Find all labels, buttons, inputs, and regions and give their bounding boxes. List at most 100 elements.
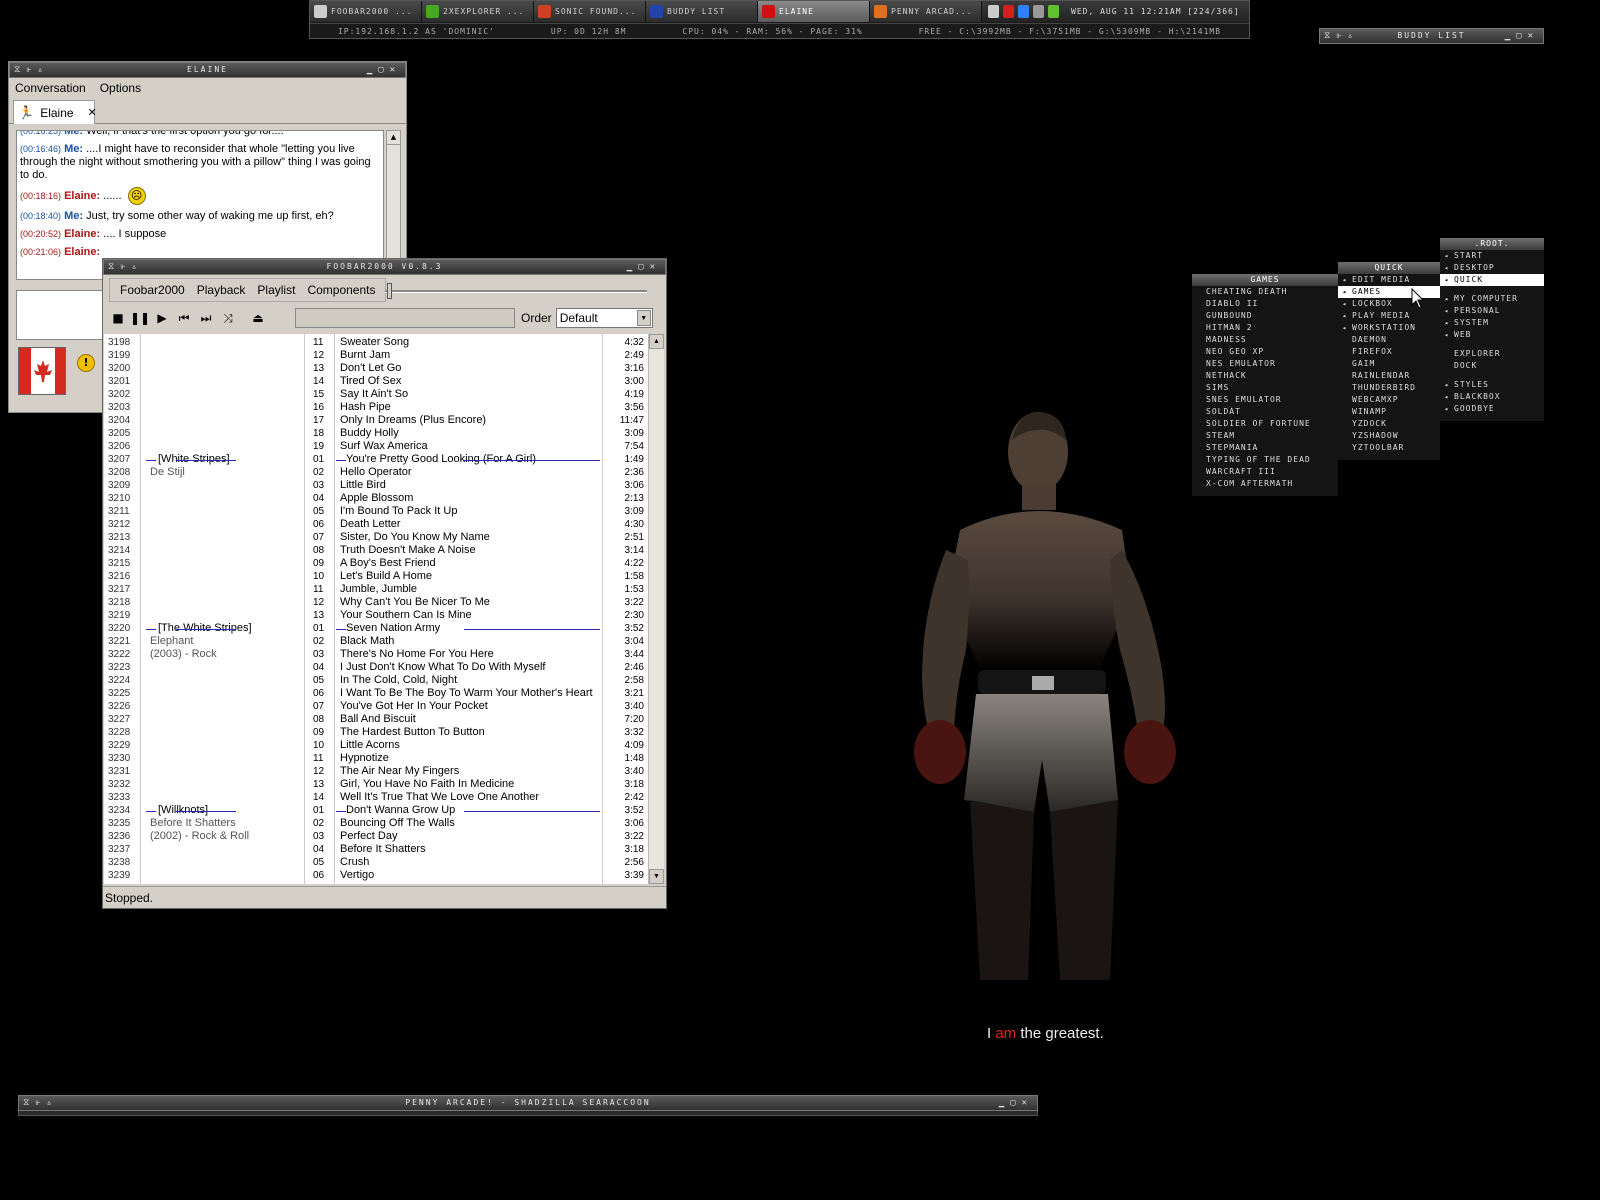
tray-icon[interactable] — [988, 5, 999, 18]
menu-item[interactable]: YZSHADOW — [1338, 430, 1440, 442]
task-button[interactable]: ELAINE — [758, 1, 870, 22]
stop-icon[interactable]: ■ — [107, 307, 129, 329]
menu-item[interactable]: WEB — [1440, 329, 1544, 341]
table-row[interactable]: 3216 10 Let's Build A Home 1:58 — [104, 570, 648, 583]
table-row[interactable]: 3202 15 Say It Ain't So 4:19 — [104, 388, 648, 401]
table-row[interactable]: 3218 12 Why Can't You Be Nicer To Me 3:22 — [104, 596, 648, 609]
menu-item[interactable]: FIREFOX — [1338, 346, 1440, 358]
play-icon[interactable]: ▶ — [151, 307, 173, 329]
menu-components[interactable]: Components — [301, 283, 381, 297]
menu-item[interactable]: START — [1440, 250, 1544, 262]
table-row[interactable]: 3214 08 Truth Doesn't Make A Noise 3:14 — [104, 544, 648, 557]
eject-icon[interactable]: ⏏ — [247, 307, 269, 329]
table-row[interactable]: 3235 02 Bouncing Off The Walls 3:06 Before I… — [104, 817, 648, 830]
menu-item[interactable]: DOCK — [1440, 360, 1544, 372]
buddy-list-titlebar[interactable]: ⧖⊩▵ BUDDY LIST ▁▢✕ — [1319, 28, 1544, 44]
menu-item[interactable]: BLACKBOX — [1440, 391, 1544, 403]
playlist-search-field[interactable] — [295, 308, 515, 328]
table-row[interactable]: 3222 03 There's No Home For You Here 3:44 (2… — [104, 648, 648, 661]
table-row[interactable]: 3237 04 Before It Shatters 3:18 — [104, 843, 648, 856]
task-button[interactable]: FOOBAR2000 ... — [310, 1, 422, 22]
menu-item[interactable]: SIMS — [1192, 382, 1338, 394]
table-row[interactable]: 3203 16 Hash Pipe 3:56 — [104, 401, 648, 414]
menu-item[interactable]: RAINLENDAR — [1338, 370, 1440, 382]
menu-item[interactable]: DESKTOP — [1440, 262, 1544, 274]
table-row[interactable]: 3221 02 Black Math 3:04 Elephant — [104, 635, 648, 648]
previous-icon[interactable]: ⏮ — [173, 307, 195, 329]
menu-item[interactable]: PLAY MEDIA — [1338, 310, 1440, 322]
menu-options[interactable]: Options — [100, 81, 141, 95]
table-row[interactable]: 3225 06 I Want To Be The Boy To Warm Your … — [104, 687, 648, 700]
menu-item[interactable]: DAEMON — [1338, 334, 1440, 346]
menu-item[interactable]: WEBCAMXP — [1338, 394, 1440, 406]
menu-item[interactable]: NES EMULATOR — [1192, 358, 1338, 370]
menu-item[interactable]: YZTOOLBAR — [1338, 442, 1440, 454]
table-row[interactable]: 3217 11 Jumble, Jumble 1:53 — [104, 583, 648, 596]
tab-elaine[interactable]: 🏃 Elaine ✕ — [13, 100, 97, 124]
menu-item[interactable]: WINAMP — [1338, 406, 1440, 418]
table-row[interactable]: 3206 19 Surf Wax America 7:54 — [104, 440, 648, 453]
seek-bar[interactable] — [379, 281, 659, 301]
tray-icon[interactable] — [1048, 5, 1059, 18]
table-row[interactable]: 3226 07 You've Got Her In Your Pocket 3:40 — [104, 700, 648, 713]
task-button[interactable]: SONIC FOUND... — [534, 1, 646, 22]
menu-item[interactable]: GAIM — [1338, 358, 1440, 370]
task-button[interactable]: 2XEXPLORER ... — [422, 1, 534, 22]
menu-item[interactable]: EXPLORER — [1440, 348, 1544, 360]
table-row[interactable]: 3207 01 You're Pretty Good Looking (For A … — [104, 453, 648, 466]
task-button[interactable]: PENNY ARCAD... — [870, 1, 982, 22]
window-control-icons[interactable]: ▁▢✕ — [999, 1096, 1033, 1110]
chevron-down-icon[interactable]: ▼ — [636, 310, 651, 326]
playlist[interactable]: 3198 11 Sweater Song 4:32 3199 12 Burnt Jam 2:4… — [104, 334, 664, 884]
window-control-icons[interactable]: ▁▢✕ — [1505, 29, 1539, 43]
table-row[interactable]: 3233 14 Well It's True That We Love One An… — [104, 791, 648, 804]
table-row[interactable]: 3236 03 Perfect Day 3:22 (2002) - Rock & Rol… — [104, 830, 648, 843]
window-control-icons[interactable]: ▁▢✕ — [367, 63, 401, 77]
table-row[interactable]: 3229 10 Little Acorns 4:09 — [104, 739, 648, 752]
table-row[interactable]: 3199 12 Burnt Jam 2:49 — [104, 349, 648, 362]
menu-item[interactable]: NEO GEO XP — [1192, 346, 1338, 358]
window-menu-icons[interactable]: ⧖⊩▵ — [1324, 29, 1359, 43]
close-tab-icon[interactable]: ✕ — [88, 106, 97, 119]
table-row[interactable]: 3211 05 I'm Bound To Pack It Up 3:09 — [104, 505, 648, 518]
table-row[interactable]: 3223 04 I Just Don't Know What To Do With … — [104, 661, 648, 674]
chat-titlebar[interactable]: ⧖⊩▵ ELAINE ▁▢✕ — [9, 62, 406, 78]
warning-icon[interactable]: ! — [77, 354, 95, 372]
table-row[interactable]: 3200 13 Don't Let Go 3:16 — [104, 362, 648, 375]
menu-item[interactable]: STYLES — [1440, 379, 1544, 391]
seek-knob[interactable] — [387, 283, 392, 299]
table-row[interactable]: 3224 05 In The Cold, Cold, Night 2:58 — [104, 674, 648, 687]
table-row[interactable]: 3230 11 Hypnotize 1:48 — [104, 752, 648, 765]
table-row[interactable]: 3208 02 Hello Operator 2:36 De Stijl — [104, 466, 648, 479]
table-row[interactable]: 3210 04 Apple Blossom 2:13 — [104, 492, 648, 505]
window-menu-icons[interactable]: ⧖⊩▵ — [14, 63, 49, 77]
table-row[interactable]: 3212 06 Death Letter 4:30 — [104, 518, 648, 531]
menu-playlist[interactable]: Playlist — [251, 283, 301, 297]
table-row[interactable]: 3228 09 The Hardest Button To Button 3:32 — [104, 726, 648, 739]
tray-icon[interactable] — [1003, 5, 1014, 18]
menu-item[interactable]: NETHACK — [1192, 370, 1338, 382]
menu-item[interactable]: SYSTEM — [1440, 317, 1544, 329]
menu-item[interactable]: YZDOCK — [1338, 418, 1440, 430]
window-menu-icons[interactable]: ⧖⊩▵ — [23, 1096, 58, 1110]
menu-item[interactable]: GOODBYE — [1440, 403, 1544, 415]
menu-item[interactable]: MADNESS — [1192, 334, 1338, 346]
playlist-scrollbar[interactable]: ▲ ▼ — [648, 334, 664, 884]
menu-item[interactable]: CHEATING DEATH — [1192, 286, 1338, 298]
next-icon[interactable]: ⏭ — [195, 307, 217, 329]
penny-arcade-titlebar[interactable]: ⧖⊩▵ PENNY ARCADE! - SHADZILLA SEARACCOON… — [18, 1095, 1038, 1111]
table-row[interactable]: 3227 08 Ball And Biscuit 7:20 — [104, 713, 648, 726]
table-row[interactable]: 3219 13 Your Southern Can Is Mine 2:30 — [104, 609, 648, 622]
menu-item[interactable]: THUNDERBIRD — [1338, 382, 1440, 394]
table-row[interactable]: 3238 05 Crush 2:56 — [104, 856, 648, 869]
pause-icon[interactable]: ❚❚ — [129, 307, 151, 329]
menu-playback[interactable]: Playback — [191, 283, 252, 297]
table-row[interactable]: 3201 14 Tired Of Sex 3:00 — [104, 375, 648, 388]
menu-conversation[interactable]: Conversation — [15, 81, 86, 95]
table-row[interactable]: 3198 11 Sweater Song 4:32 — [104, 336, 648, 349]
table-row[interactable]: 3239 06 Vertigo 3:39 — [104, 869, 648, 882]
scroll-up-arrow-icon[interactable]: ▲ — [649, 334, 664, 349]
table-row[interactable]: 3213 07 Sister, Do You Know My Name 2:51 — [104, 531, 648, 544]
table-row[interactable]: 3231 12 The Air Near My Fingers 3:40 — [104, 765, 648, 778]
table-row[interactable]: 3205 18 Buddy Holly 3:09 — [104, 427, 648, 440]
